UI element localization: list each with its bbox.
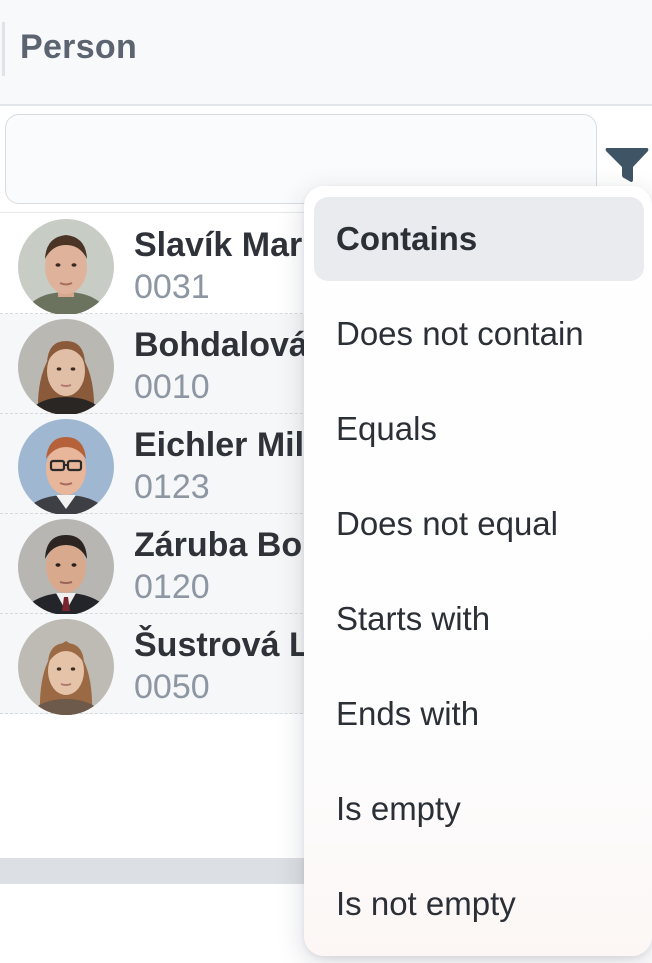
menu-item-contains[interactable]: Contains	[314, 197, 644, 281]
menu-item-ends-with[interactable]: Ends with	[314, 672, 644, 756]
person-name: Bohdalová	[134, 326, 308, 364]
avatar	[18, 219, 114, 315]
person-name: Eichler Mil	[134, 426, 305, 464]
menu-item-is-empty[interactable]: Is empty	[314, 767, 644, 851]
menu-item-does-not-contain[interactable]: Does not contain	[314, 292, 644, 376]
avatar	[18, 319, 114, 415]
person-code: 0010	[134, 368, 210, 406]
column-resize-handle[interactable]	[2, 22, 5, 76]
menu-item-does-not-equal[interactable]: Does not equal	[314, 482, 644, 566]
menu-item-is-not-empty[interactable]: Is not empty	[314, 862, 644, 946]
person-code: 0120	[134, 568, 210, 606]
person-code: 0050	[134, 668, 210, 706]
person-name: Záruba Bo	[134, 526, 303, 564]
column-title[interactable]: Person	[20, 28, 137, 67]
avatar	[18, 619, 114, 715]
menu-item-starts-with[interactable]: Starts with	[314, 577, 644, 661]
person-name: Šustrová L	[134, 626, 310, 664]
person-grid-panel: Person Slavík Mar 0031 Bohdalová 0010 Ei…	[0, 0, 652, 963]
avatar	[18, 519, 114, 615]
column-header[interactable]: Person	[0, 0, 652, 106]
person-code: 0031	[134, 268, 210, 306]
menu-item-equals[interactable]: Equals	[314, 387, 644, 471]
avatar	[18, 419, 114, 515]
person-code: 0123	[134, 468, 210, 506]
filter-operator-menu: Contains Does not contain Equals Does no…	[304, 186, 652, 956]
person-name: Slavík Mar	[134, 226, 303, 264]
funnel-icon[interactable]	[603, 140, 651, 188]
